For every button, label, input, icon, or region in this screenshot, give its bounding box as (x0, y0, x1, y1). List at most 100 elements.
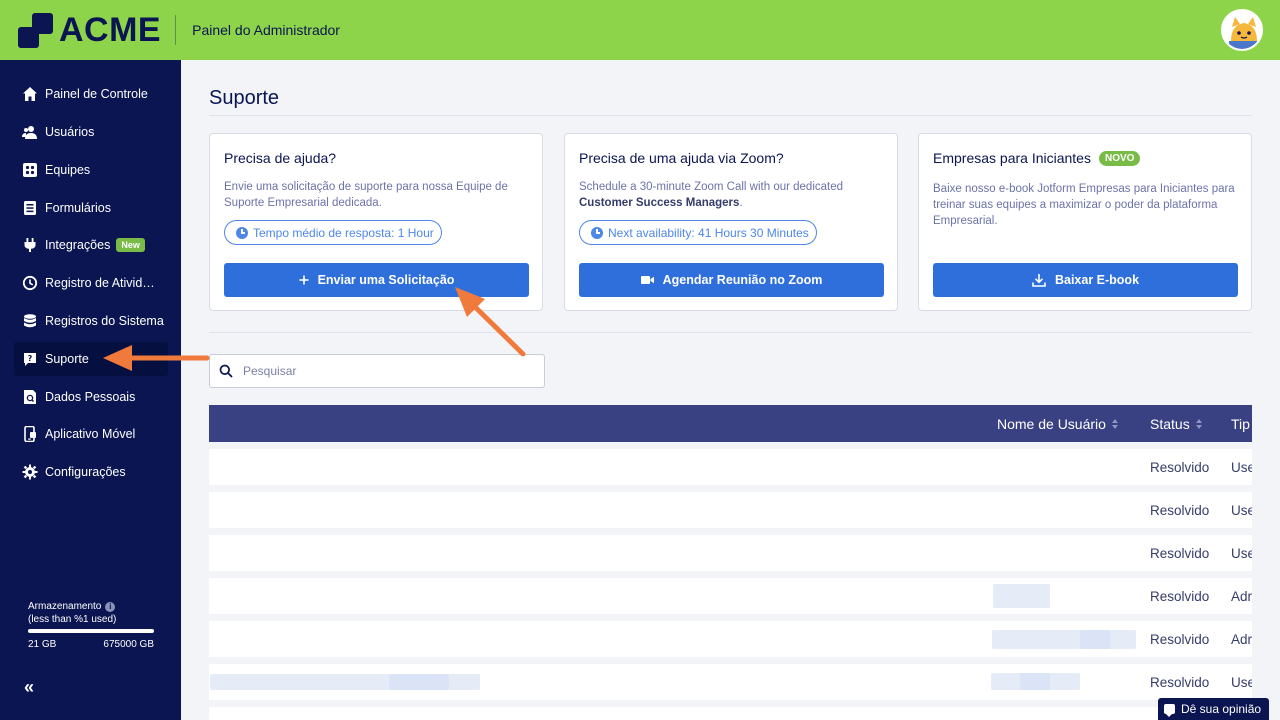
pill-text: Tempo médio de resposta: 1 Hour (253, 225, 434, 240)
schedule-zoom-button[interactable]: Agendar Reunião no Zoom (579, 263, 884, 297)
sort-icon (1195, 418, 1202, 429)
type-cell: Adr (1231, 631, 1252, 647)
sidebar-item-suporte[interactable]: ? Suporte (14, 342, 168, 376)
clock-history-icon (21, 275, 38, 292)
status-cell: Resolvido (1150, 502, 1210, 518)
sidebar: Painel de Controle Usuários Equipes Form… (0, 60, 181, 720)
sidebar-item-usuarios[interactable]: Usuários (14, 115, 168, 149)
sidebar-item-integracoes[interactable]: Integrações New (14, 228, 168, 262)
sidebar-item-painel-de-controle[interactable]: Painel de Controle (14, 77, 168, 111)
storage-used: 21 GB (28, 639, 57, 650)
card-title: Empresas para Iniciantes (933, 150, 1091, 166)
acme-logo[interactable]: ACME (18, 0, 161, 60)
support-icon: ? (21, 351, 38, 368)
table-row[interactable]: Resolvido Adr (209, 621, 1252, 657)
storage-progress-bar (28, 629, 154, 633)
card-description: Envie uma solicitação de suporte para no… (224, 181, 508, 209)
storage-total: 675000 GB (103, 639, 154, 650)
download-ebook-button[interactable]: Baixar E-book (933, 263, 1238, 297)
column-label: Status (1150, 415, 1190, 432)
sidebar-item-dados-pessoais[interactable]: Dados Pessoais (14, 380, 168, 414)
redacted-username (993, 584, 1050, 608)
sidebar-item-label: Painel de Controle (45, 87, 148, 101)
send-request-button[interactable]: Enviar uma Solicitação (224, 263, 529, 297)
search-input[interactable] (243, 364, 523, 378)
column-header-status[interactable]: Status (1150, 405, 1202, 442)
table-row[interactable]: Resolvido Use (209, 492, 1252, 528)
type-cell: Use (1231, 459, 1252, 475)
sidebar-item-label: Aplicativo Móvel (45, 427, 136, 441)
redacted-text (389, 674, 449, 690)
column-label: Tip (1231, 415, 1250, 432)
sidebar-item-aplicativo-movel[interactable]: Aplicativo Móvel (14, 417, 168, 451)
mobile-app-icon (21, 426, 38, 443)
chat-icon (1164, 704, 1175, 717)
sidebar-item-label: Registros do Sistema (45, 314, 164, 328)
storage-title: Armazenamento (28, 601, 102, 612)
personal-data-icon (21, 389, 38, 406)
type-cell: Use (1231, 674, 1252, 690)
sidebar-item-configuracoes[interactable]: Configurações (14, 455, 168, 489)
sidebar-item-label: Formulários (45, 201, 111, 215)
sidebar-item-label: Dados Pessoais (45, 390, 136, 404)
zoom-help-card: Precisa de uma ajuda via Zoom? Schedule … (564, 133, 898, 311)
plus-icon (299, 275, 309, 285)
sidebar-item-equipes[interactable]: Equipes (14, 153, 168, 187)
sidebar-item-registro-de-atividades[interactable]: Registro de Atividades (14, 266, 168, 300)
type-cell: Use (1231, 545, 1252, 561)
status-cell: Resolvido (1150, 545, 1210, 561)
avatar[interactable] (1221, 9, 1263, 51)
sidebar-item-label: Equipes (45, 163, 91, 177)
sidebar-item-label: Usuários (45, 125, 95, 139)
button-label: Baixar E-book (1054, 273, 1140, 287)
description-text: Schedule a 30-minute Zoom Call with our … (579, 181, 844, 193)
status-cell: Resolvido (1150, 674, 1210, 690)
card-description: Schedule a 30-minute Zoom Call with our … (579, 179, 884, 211)
button-label: Agendar Reunião no Zoom (662, 273, 823, 287)
sidebar-item-formularios[interactable]: Formulários (14, 191, 168, 225)
feedback-label: Dê sua opinião (1181, 702, 1262, 716)
app-title: Painel do Administrador (192, 22, 340, 38)
users-icon (21, 124, 38, 141)
page-title: Suporte (209, 87, 280, 109)
clock-icon (591, 226, 603, 239)
table-row[interactable]: Resolvido Use (209, 664, 1252, 700)
pill-text: Next availability: 41 Hours 30 Minutes (608, 225, 809, 240)
novo-badge: NOVO (1098, 150, 1141, 166)
info-icon[interactable]: i (105, 601, 116, 612)
type-cell: Adr (1231, 588, 1252, 604)
support-request-card: Precisa de ajuda? Envie uma solicitação … (209, 133, 543, 311)
storage-subtitle: (less than %1 used) (28, 614, 117, 625)
table-body: Resolvido Use Resolvido Use Resolvido Us… (209, 449, 1252, 720)
feedback-button[interactable]: Dê sua opinião (1158, 698, 1269, 720)
search-icon (219, 364, 233, 378)
sidebar-item-label: Registro de Atividades (45, 276, 161, 290)
sidebar-item-registros-do-sistema[interactable]: Registros do Sistema (14, 304, 168, 338)
clock-icon (236, 226, 248, 239)
button-label: Enviar uma Solicitação (317, 273, 455, 287)
table-row[interactable]: Resolvido Use (209, 535, 1252, 571)
column-header-username[interactable]: Nome de Usuário (997, 405, 1118, 442)
svg-text:?: ? (27, 354, 32, 363)
download-icon (1032, 273, 1046, 287)
table-row[interactable]: Resolvido Adr (209, 578, 1252, 614)
gear-icon (21, 464, 38, 481)
forms-icon (21, 200, 38, 217)
table-row[interactable] (209, 707, 1252, 720)
column-header-type[interactable]: Tip (1231, 405, 1250, 442)
divider (175, 15, 177, 45)
search-box (209, 354, 545, 388)
card-title: Precisa de uma ajuda via Zoom? (579, 150, 784, 166)
teams-icon (21, 162, 38, 179)
card-description: Baixe nosso e-book Jotform Empresas para… (933, 183, 1235, 227)
storage-widget: Armazenamento i (less than %1 used) 21 G… (28, 601, 154, 650)
sidebar-item-label: Integrações (45, 238, 111, 252)
collapse-sidebar-icon[interactable]: « (24, 677, 34, 698)
sort-icon (1111, 418, 1118, 429)
logo-text: ACME (59, 10, 162, 49)
top-bar: ACME Painel do Administrador (0, 0, 1280, 60)
divider (209, 115, 1252, 116)
description-bold-text: Customer Success Managers (579, 197, 740, 209)
card-title: Precisa de ajuda? (224, 150, 337, 166)
table-row[interactable]: Resolvido Use (209, 449, 1252, 485)
